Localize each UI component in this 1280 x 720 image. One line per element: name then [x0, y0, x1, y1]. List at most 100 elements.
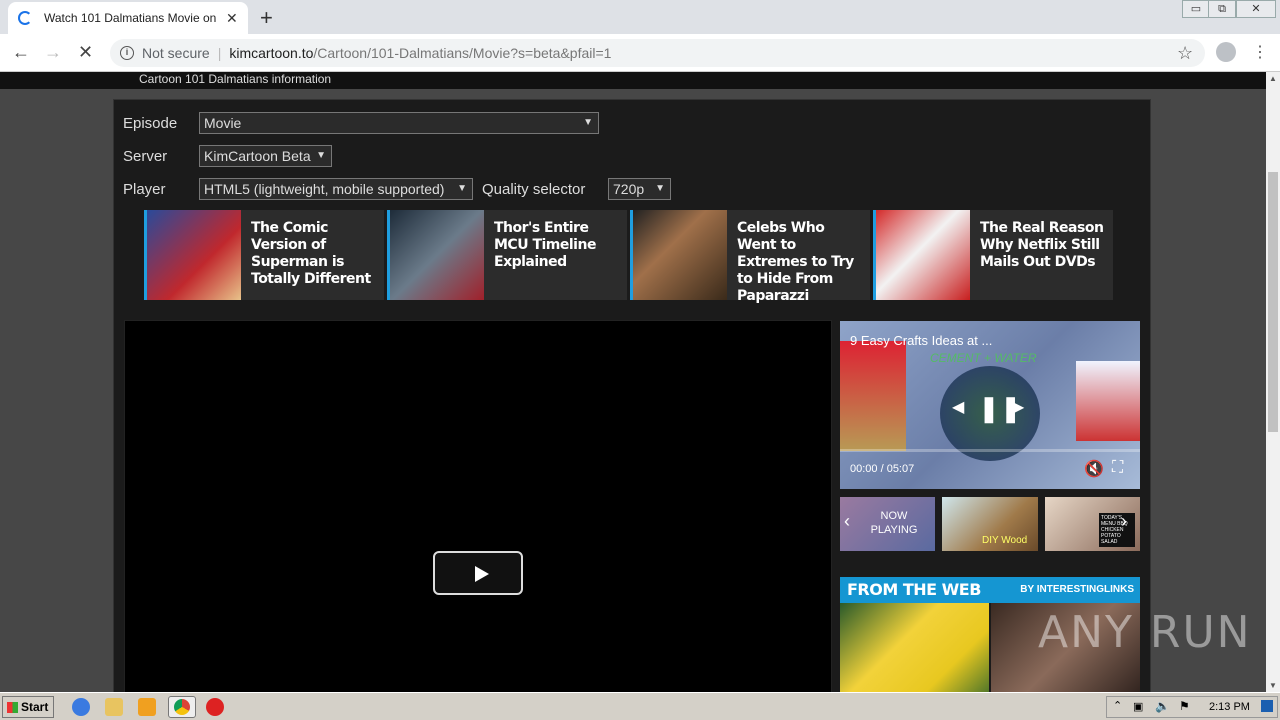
close-window-button[interactable]: ✕: [1236, 0, 1276, 18]
volume-icon[interactable]: 🔈: [1155, 699, 1170, 713]
url-path: /Cartoon/101-Dalmatians/Movie?s=beta&pfa…: [313, 45, 612, 61]
previous-icon[interactable]: ◀: [952, 397, 964, 417]
clock[interactable]: 2:13 PM: [1209, 701, 1250, 713]
diy-label: DIY Wood: [982, 535, 1028, 546]
address-bar[interactable]: i Not secure | kimcartoon.to /Cartoon/10…: [110, 39, 1205, 67]
play-icon: [475, 566, 489, 582]
profile-avatar-icon[interactable]: [1216, 42, 1236, 62]
dropdown-arrow-icon: ▼: [457, 183, 467, 194]
promo-text: Celebs Who Went to Extremes to Try to Hi…: [737, 220, 854, 304]
system-tray: ⌃ ▣ 🔈 ⚑: [1106, 696, 1278, 718]
restore-button[interactable]: ⧉: [1208, 0, 1236, 18]
minimize-button[interactable]: ▭: [1182, 0, 1210, 18]
promo-text: The Real Reason Why Netflix Still Mails …: [980, 220, 1104, 270]
web-page: Cartoon 101 Dalmatians information Episo…: [0, 72, 1266, 692]
info-icon[interactable]: i: [120, 46, 134, 60]
menu-kebab-icon[interactable]: ⋮: [1252, 42, 1268, 62]
player-panel: Episode Movie ▼ Server KimCartoon Beta ▼…: [113, 99, 1151, 692]
ad-thumb-menu[interactable]: TODAY'S MENU BBQ CHICKEN POTATO SALAD ›: [1045, 497, 1140, 551]
chevron-right-icon[interactable]: ›: [1121, 511, 1127, 532]
now-playing-label: NOW PLAYING: [870, 510, 918, 536]
promo-text: Thor's Entire MCU Timeline Explained: [494, 220, 596, 270]
progress-bar[interactable]: [840, 449, 1140, 452]
forward-arrow-icon[interactable]: →: [44, 42, 62, 63]
play-button[interactable]: [433, 551, 523, 595]
from-the-web-by[interactable]: BY INTERESTINGLINKS: [1020, 584, 1134, 595]
bookmark-star-icon[interactable]: ☆: [1177, 43, 1193, 64]
not-secure-label: Not secure: [142, 45, 210, 61]
promo-item[interactable]: The Real Reason Why Netflix Still Mails …: [873, 210, 1113, 300]
quality-value: 720p: [613, 181, 645, 197]
netflix-thumb-icon: [876, 210, 970, 300]
network-icon[interactable]: ▣: [1133, 700, 1143, 713]
scroll-up-icon[interactable]: ▲: [1269, 74, 1277, 83]
from-the-web-title: FROM THE WEB: [847, 580, 981, 599]
side-video-ad[interactable]: 9 Easy Crafts Ideas at ... CEMENT + WATE…: [840, 321, 1140, 489]
flowers-image: [840, 341, 906, 451]
server-label: Server: [123, 148, 168, 165]
url-host: kimcartoon.to: [229, 45, 314, 61]
promo-item[interactable]: Thor's Entire MCU Timeline Explained: [387, 210, 627, 300]
dropdown-arrow-icon: ▼: [316, 150, 326, 161]
omnibox-divider: |: [217, 45, 222, 61]
scroll-down-icon[interactable]: ▼: [1269, 681, 1277, 690]
quality-select[interactable]: 720p ▼: [608, 178, 671, 200]
promo-item[interactable]: The Comic Version of Superman is Totally…: [144, 210, 384, 300]
ie-icon[interactable]: [72, 698, 90, 716]
next-icon[interactable]: ▶: [1012, 397, 1024, 417]
page-scrollbar[interactable]: ▲ ▼: [1266, 72, 1280, 692]
player-label: Player: [123, 181, 166, 198]
paparazzi-thumb-icon: [633, 210, 727, 300]
ad-video-caption: CEMENT + WATER: [930, 351, 1037, 365]
dropdown-arrow-icon: ▼: [655, 183, 665, 194]
player-value: HTML5 (lightweight, mobile supported): [204, 181, 445, 197]
opera-icon[interactable]: [206, 698, 224, 716]
tray-expand-icon[interactable]: ⌃: [1113, 699, 1122, 712]
ad-video-title: 9 Easy Crafts Ideas at ...: [850, 333, 993, 348]
menu-label: TODAY'S MENU BBQ CHICKEN POTATO SALAD: [1099, 513, 1135, 547]
player-select[interactable]: HTML5 (lightweight, mobile supported) ▼: [199, 178, 473, 200]
promo-item[interactable]: Celebs Who Went to Extremes to Try to Hi…: [630, 210, 870, 304]
chrome-taskbar-button[interactable]: [168, 696, 196, 718]
bananas-image[interactable]: [840, 603, 989, 692]
dropdown-arrow-icon: ▼: [583, 117, 593, 128]
info-bar: Cartoon 101 Dalmatians information: [0, 72, 1266, 89]
start-button[interactable]: Start: [2, 696, 54, 718]
desktop-icon[interactable]: [1261, 700, 1273, 712]
ad-thumb-now-playing[interactable]: ‹ NOW PLAYING: [840, 497, 935, 551]
tab-close-icon[interactable]: ✕: [226, 10, 238, 27]
episode-label: Episode: [123, 115, 178, 132]
anyrun-watermark: ANY RUN: [1038, 607, 1252, 658]
chrome-icon: [174, 699, 190, 715]
promo-text: The Comic Version of Superman is Totally…: [251, 220, 371, 287]
browser-tab[interactable]: Watch 101 Dalmatians Movie online f ✕: [8, 2, 248, 34]
ad-video-time: 00:00 / 05:07: [850, 463, 915, 475]
video-player[interactable]: [124, 320, 832, 692]
stop-loading-icon[interactable]: ✕: [78, 42, 93, 63]
folder-icon[interactable]: [105, 698, 123, 716]
thor-thumb-icon: [390, 210, 484, 300]
fullscreen-icon[interactable]: ⛶: [1112, 459, 1123, 477]
episode-select[interactable]: Movie ▼: [199, 112, 599, 134]
info-link[interactable]: Cartoon 101 Dalmatians information: [139, 72, 331, 86]
quality-label: Quality selector: [482, 181, 586, 198]
browser-toolbar: ← → ✕ i Not secure | kimcartoon.to /Cart…: [0, 34, 1280, 72]
media-player-icon[interactable]: [138, 698, 156, 716]
from-the-web-header: FROM THE WEB BY INTERESTINGLINKS: [840, 577, 1140, 603]
tab-strip: Watch 101 Dalmatians Movie online f ✕ + …: [0, 0, 1280, 34]
flag-icon[interactable]: ⚑: [1179, 699, 1190, 713]
chevron-left-icon[interactable]: ‹: [844, 511, 850, 532]
loading-spinner-icon: [18, 11, 32, 25]
tab-title: Watch 101 Dalmatians Movie online f: [44, 11, 216, 25]
ad-thumb-diy[interactable]: DIY Wood: [942, 497, 1038, 551]
superman-thumb-icon: [147, 210, 241, 300]
server-value: KimCartoon Beta: [204, 148, 311, 164]
promo-strip: The Comic Version of Superman is Totally…: [144, 210, 1116, 304]
windows-taskbar: Start ⌃ ▣ 🔈 ⚑ 2:13 PM: [0, 692, 1280, 720]
new-tab-button[interactable]: +: [260, 5, 273, 31]
scroll-thumb[interactable]: [1268, 172, 1278, 432]
back-arrow-icon[interactable]: ←: [12, 42, 30, 63]
mute-icon[interactable]: 🔇: [1084, 459, 1104, 479]
episode-value: Movie: [204, 115, 242, 131]
server-select[interactable]: KimCartoon Beta ▼: [199, 145, 332, 167]
